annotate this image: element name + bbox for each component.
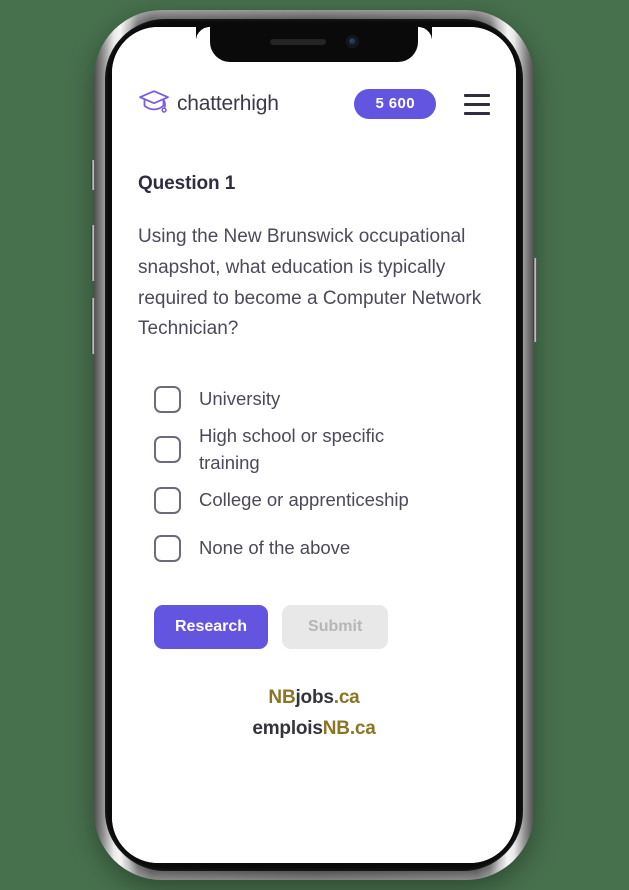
earpiece-speaker-icon [269, 38, 326, 45]
sponsor-line-en: NBjobs.ca [138, 683, 490, 714]
answer-option[interactable]: None of the above [154, 525, 490, 573]
chatterhigh-app: chatterhigh 5 600 Question 1 Using the N… [112, 27, 516, 863]
answer-checkbox[interactable] [154, 385, 181, 413]
question-text: Using the New Brunswick occupational sna… [138, 226, 482, 340]
submit-button[interactable]: Submit [282, 604, 389, 650]
answer-option-label: None of the above [199, 537, 351, 559]
app-header: chatterhigh 5 600 [138, 73, 490, 135]
hamburger-menu-icon[interactable] [464, 93, 490, 115]
answer-option[interactable]: College or apprenticeship [154, 477, 490, 525]
hamburger-line [464, 111, 490, 115]
volume-down-button[interactable] [91, 298, 95, 354]
power-button[interactable] [533, 258, 537, 342]
phone-screen: chatterhigh 5 600 Question 1 Using the N… [112, 27, 516, 863]
header-right-group: 5 600 [354, 89, 490, 119]
answer-options-list: University High school or specific train… [138, 375, 490, 573]
answer-option-label: High school or specific training [199, 425, 385, 473]
sponsor-logo: NBjobs.ca emploisNB.ca [138, 683, 490, 745]
sponsor-nb-text: NB [268, 687, 296, 709]
answer-checkbox[interactable] [154, 535, 181, 563]
hamburger-line [464, 102, 490, 106]
sponsor-line-fr: emploisNB.ca [138, 714, 490, 745]
question-title: Question 1 [138, 173, 236, 194]
answer-option[interactable]: University [154, 375, 490, 423]
sponsor-emplois-text: emplois [252, 717, 323, 739]
volume-up-button[interactable] [91, 225, 95, 281]
sponsor-tld-text: .ca [333, 687, 360, 709]
answer-checkbox[interactable] [154, 487, 181, 515]
sponsor-nb-fr-text: NB [322, 717, 350, 739]
answer-checkbox[interactable] [154, 436, 181, 464]
action-buttons: Research Submit [138, 604, 490, 650]
phone-notch [196, 27, 432, 62]
answer-option-label: University [199, 387, 281, 409]
front-camera-icon [345, 35, 359, 48]
brand-name: chatterhigh [177, 92, 279, 115]
sponsor-tld-fr-text: .ca [349, 717, 376, 739]
graduation-cap-icon [138, 89, 170, 120]
answer-option-label: College or apprenticeship [199, 489, 409, 511]
points-badge[interactable]: 5 600 [354, 89, 436, 119]
answer-option[interactable]: High school or specific training [154, 423, 490, 477]
sponsor-jobs-text: jobs [295, 687, 334, 709]
silent-switch[interactable] [91, 160, 95, 190]
research-button[interactable]: Research [154, 604, 269, 650]
phone-mockup: chatterhigh 5 600 Question 1 Using the N… [91, 10, 537, 880]
brand-logo[interactable]: chatterhigh [138, 89, 279, 120]
hamburger-line [464, 93, 490, 97]
